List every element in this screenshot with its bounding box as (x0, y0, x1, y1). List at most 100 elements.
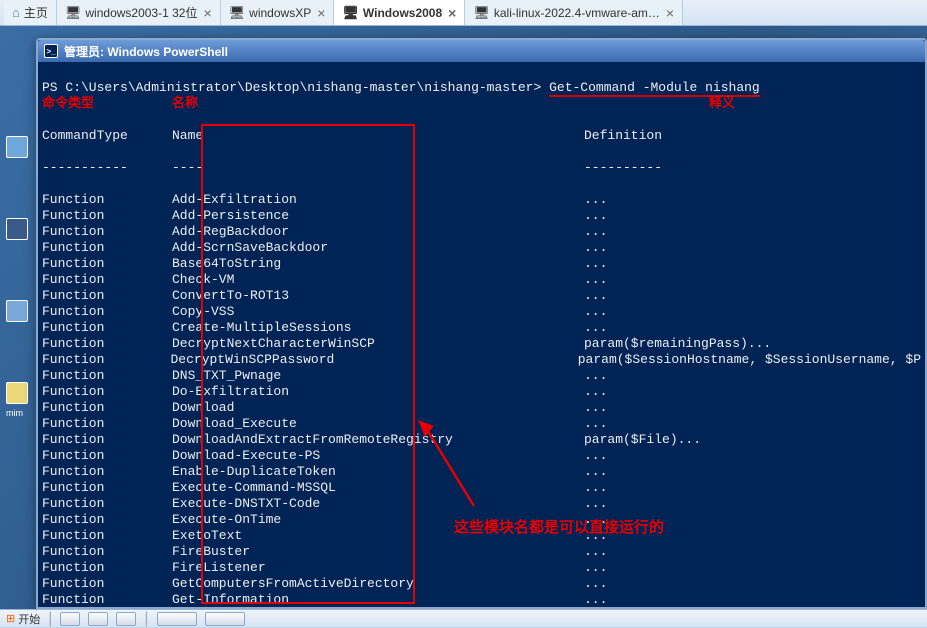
cell-definition: ... (584, 208, 921, 224)
taskbar-button[interactable] (88, 612, 108, 626)
prompt: PS C:\Users\Administrator\Desktop\nishan… (42, 80, 541, 95)
tab-windows2008[interactable]: 🖥Windows2008× (334, 0, 465, 25)
tab-label: kali-linux-2022.4-vmware-am… (494, 6, 660, 20)
cell-name: Do-Exfiltration (172, 384, 584, 400)
powershell-icon: >_ (44, 44, 58, 58)
cell-definition: ... (584, 256, 921, 272)
cell-type: Function (42, 320, 172, 336)
cell-definition: ... (584, 304, 921, 320)
table-row: FunctionDownloadAndExtractFromRemoteRegi… (42, 432, 921, 448)
cell-name: DNS_TXT_Pwnage (172, 368, 584, 384)
command: Get-Command -Module nishang (549, 80, 760, 97)
cell-definition: param($File)... (584, 432, 921, 448)
cell-type: Function (42, 384, 172, 400)
close-icon[interactable]: × (203, 5, 211, 21)
taskbar-button[interactable] (60, 612, 80, 626)
header-commandtype: CommandType (42, 128, 172, 144)
close-icon[interactable]: × (448, 5, 456, 21)
tab-label: windows2003-1 32位 (85, 4, 197, 21)
table-row: FunctionExecute-Command-MSSQL... (42, 480, 921, 496)
cell-definition: ... (584, 288, 921, 304)
close-icon[interactable]: × (666, 5, 674, 21)
cell-name: Enable-DuplicateToken (172, 464, 584, 480)
cell-type: Function (42, 528, 172, 544)
table-row: FunctionDo-Exfiltration... (42, 384, 921, 400)
desktop-icon[interactable] (6, 218, 28, 240)
cell-definition: param($remainingPass)... (584, 336, 921, 352)
cell-name: Add-Exfiltration (172, 192, 584, 208)
start-button[interactable]: ⊞ 开始 (6, 611, 40, 627)
cell-definition: ... (584, 192, 921, 208)
vm-icon: 🖥 (229, 5, 246, 21)
cell-name: Base64ToString (172, 256, 584, 272)
tab-label: Windows2008 (363, 6, 442, 20)
cell-type: Function (42, 400, 172, 416)
cell-definition: ... (584, 240, 921, 256)
tab-kali-linux-2022-4-vmware-am-[interactable]: 🖥 kali-linux-2022.4-vmware-am… × (465, 0, 683, 25)
annotation-definition: 释义 (709, 96, 735, 111)
cell-name: Execute-Command-MSSQL (172, 480, 584, 496)
cell-name: Get-Information (172, 592, 584, 607)
vm-icon: 🖥 (473, 5, 490, 21)
tab-strip: ⌂主页🖥windows2003-1 32位×🖥windowsXP×🖥Window… (0, 0, 927, 26)
cell-definition: param($SessionHostname, $SessionUsername… (578, 352, 921, 368)
table-row: FunctionFireBuster... (42, 544, 921, 560)
cell-definition: ... (584, 368, 921, 384)
cell-definition: ... (584, 464, 921, 480)
cell-type: Function (42, 512, 172, 528)
desktop-icon[interactable] (6, 382, 28, 404)
close-icon[interactable]: × (317, 5, 325, 21)
annotation-center-text: 这些模块名都是可以直接运行的 (454, 516, 664, 537)
annotation-command-type: 命令类型 (42, 96, 172, 112)
cell-type: Function (42, 352, 171, 368)
table-row: FunctionFireListener... (42, 560, 921, 576)
taskbar-app[interactable] (205, 612, 245, 626)
window-title: 管理员: Windows PowerShell (64, 43, 228, 60)
titlebar[interactable]: >_ 管理员: Windows PowerShell (38, 40, 925, 62)
command-list: FunctionAdd-Exfiltration...FunctionAdd-P… (42, 192, 921, 607)
taskbar[interactable]: ⊞ 开始 | | (0, 609, 927, 627)
table-row: FunctionEnable-DuplicateToken... (42, 464, 921, 480)
cell-name: Create-MultipleSessions (172, 320, 584, 336)
cell-definition: ... (584, 400, 921, 416)
cell-type: Function (42, 368, 172, 384)
tab-label: 主页 (24, 4, 48, 21)
taskbar-button[interactable] (116, 612, 136, 626)
desktop-icon[interactable] (6, 300, 28, 322)
cell-name: Copy-VSS (172, 304, 584, 320)
cell-name: Check-VM (172, 272, 584, 288)
desktop-icon-label: mim (6, 408, 32, 418)
cell-definition: ... (584, 272, 921, 288)
tab-label: windowsXP (249, 6, 311, 20)
cell-name: Add-RegBackdoor (172, 224, 584, 240)
annotation-name: 名称 (172, 96, 584, 112)
vm-icon: 🖥 (65, 5, 82, 21)
cell-name: Download-Execute-PS (172, 448, 584, 464)
cell-definition: ... (584, 416, 921, 432)
desktop-icon[interactable] (6, 136, 28, 158)
tab--[interactable]: ⌂ 主页 (4, 0, 57, 25)
table-row: FunctionAdd-Persistence... (42, 208, 921, 224)
table-row: FunctionDownload... (42, 400, 921, 416)
tab-windows2003-1-32-[interactable]: 🖥windows2003-1 32位 × (57, 0, 221, 25)
cell-name: ConvertTo-ROT13 (172, 288, 584, 304)
cell-definition: ... (584, 384, 921, 400)
table-row: FunctionDecryptNextCharacterWinSCPparam(… (42, 336, 921, 352)
table-row: FunctionDownload-Execute-PS... (42, 448, 921, 464)
header-name: Name (172, 128, 584, 144)
home-icon: ⌂ (12, 5, 20, 20)
table-row: FunctionAdd-ScrnSaveBackdoor... (42, 240, 921, 256)
table-row: FunctionCreate-MultipleSessions... (42, 320, 921, 336)
cell-name: DecryptWinSCPPassword (171, 352, 578, 368)
table-row: FunctionGet-Information... (42, 592, 921, 607)
cell-name: Download_Execute (172, 416, 584, 432)
cell-type: Function (42, 464, 172, 480)
tab-windowsxp[interactable]: 🖥windowsXP × (221, 0, 335, 25)
table-row: FunctionAdd-Exfiltration... (42, 192, 921, 208)
taskbar-app[interactable] (157, 612, 197, 626)
cell-type: Function (42, 448, 172, 464)
table-row: FunctionDownload_Execute... (42, 416, 921, 432)
cell-type: Function (42, 336, 172, 352)
cell-type: Function (42, 432, 172, 448)
table-row: FunctionAdd-RegBackdoor... (42, 224, 921, 240)
